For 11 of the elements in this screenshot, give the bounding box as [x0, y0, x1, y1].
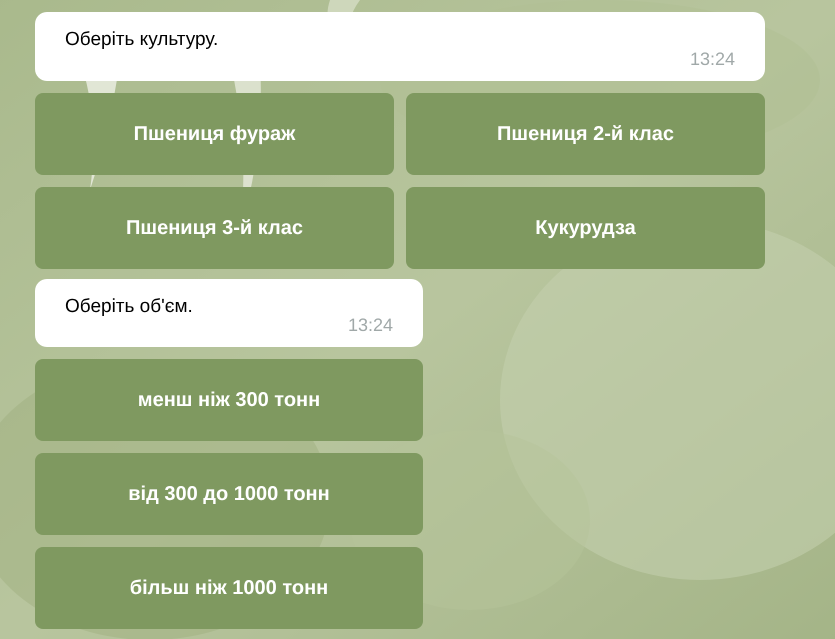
keyboard-button[interactable]: Пшениця 3-й клас — [35, 186, 394, 268]
keyboard-button[interactable]: більш ніж 1000 тонн — [35, 547, 423, 629]
keyboard-button[interactable]: Пшениця фураж — [35, 92, 394, 174]
keyboard-button[interactable]: Кукурудза — [406, 186, 765, 268]
keyboard-button[interactable]: від 300 до 1000 тонн — [35, 453, 423, 535]
keyboard-button[interactable]: Пшениця 2-й клас — [406, 92, 765, 174]
message-time: 13:24 — [690, 48, 735, 70]
keyboard-button[interactable]: менш ніж 300 тонн — [35, 359, 423, 441]
message-time: 13:24 — [348, 314, 393, 337]
message-text: Оберіть об'єм. — [65, 294, 193, 318]
message-text: Оберіть культуру. — [65, 28, 218, 52]
